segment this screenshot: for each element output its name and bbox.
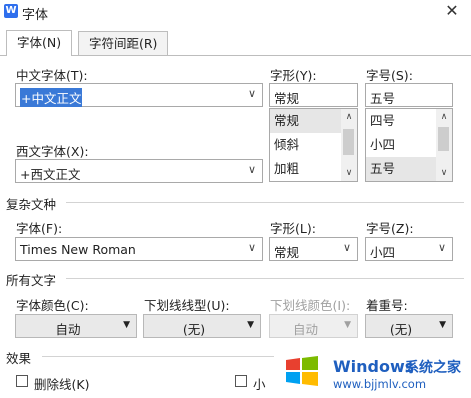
chevron-down-icon[interactable]: ∨ [341, 165, 357, 181]
divider [66, 202, 464, 203]
complex-style-value: 常规 [274, 245, 300, 260]
list-item[interactable]: 五号 [366, 157, 438, 181]
complex-size-label: 字号(Z): [366, 221, 414, 236]
small-caps-checkbox[interactable] [235, 375, 247, 387]
section-complex-script: 复杂文种 [6, 197, 57, 212]
emphasis-value: (无) [389, 322, 413, 337]
underline-color-dropdown: 自动 ▼ [269, 314, 358, 338]
complex-style-combo[interactable]: 常规 ∨ [269, 237, 358, 261]
style-scrollbar[interactable]: ∧ ∨ [341, 109, 357, 181]
underline-color-label: 下划线颜色(I): [270, 298, 351, 313]
small-caps-label: 小 [253, 377, 266, 392]
divider [66, 278, 464, 279]
caret-down-icon[interactable]: ▼ [247, 320, 254, 330]
font-color-dropdown[interactable]: 自动 ▼ [15, 314, 137, 338]
list-item[interactable]: 常规 [270, 109, 343, 133]
complex-style-label: 字形(L): [270, 221, 316, 236]
size-value: 五号 [370, 91, 396, 106]
style-input[interactable]: 常规 [269, 83, 358, 107]
dialog-title: 字体 [22, 8, 49, 23]
style-value: 常规 [274, 91, 300, 106]
western-font-combo[interactable]: +西文正文 ∨ [15, 159, 263, 183]
list-item[interactable]: 加粗 [270, 157, 343, 181]
chevron-down-icon[interactable]: ∨ [436, 165, 452, 181]
scroll-thumb[interactable] [343, 129, 354, 155]
strikethrough-label: 删除线(K) [34, 377, 90, 392]
list-item[interactable]: 倾斜 [270, 133, 343, 157]
chevron-down-icon[interactable]: ∨ [248, 87, 256, 100]
underline-style-value: (无) [182, 322, 206, 337]
font-color-value: 自动 [55, 322, 81, 337]
chevron-down-icon[interactable]: ∨ [438, 241, 446, 254]
chinese-font-label: 中文字体(T): [16, 68, 88, 83]
complex-font-label: 字体(F): [16, 221, 63, 236]
complex-size-combo[interactable]: 小四 ∨ [365, 237, 453, 261]
emphasis-label: 着重号: [366, 298, 408, 313]
underline-style-label: 下划线线型(U): [144, 298, 230, 313]
complex-font-combo[interactable]: Times New Roman ∨ [15, 237, 263, 261]
font-dialog: W 字体 ✕ 字体(N) 字符间距(R) 中文字体(T): +中文正文 ∨ 字形… [0, 0, 471, 398]
list-item[interactable]: 小四 [366, 133, 438, 157]
list-item[interactable]: 四号 [366, 109, 438, 133]
chinese-font-combo[interactable]: +中文正文 ∨ [15, 83, 263, 107]
tab-character-spacing[interactable]: 字符间距(R) [78, 31, 169, 55]
size-scrollbar[interactable]: ∧ ∨ [436, 109, 452, 181]
complex-size-value: 小四 [370, 245, 396, 260]
style-listbox[interactable]: 常规 倾斜 加粗 ∧ ∨ [269, 108, 358, 182]
watermark-brand: Windows [333, 357, 415, 376]
scroll-thumb[interactable] [438, 127, 449, 151]
size-input[interactable]: 五号 [365, 83, 453, 107]
chevron-down-icon[interactable]: ∨ [248, 241, 256, 254]
chevron-up-icon[interactable]: ∧ [341, 109, 357, 125]
complex-font-value: Times New Roman [20, 242, 136, 257]
section-effects: 效果 [6, 351, 32, 366]
divider [42, 356, 274, 357]
western-font-label: 西文字体(X): [16, 144, 89, 159]
caret-down-icon: ▼ [344, 320, 351, 330]
emphasis-dropdown[interactable]: (无) ▼ [365, 314, 453, 338]
underline-style-dropdown[interactable]: (无) ▼ [143, 314, 261, 338]
chinese-font-value: +中文正文 [20, 88, 83, 107]
size-listbox[interactable]: 四号 小四 五号 ∧ ∨ [365, 108, 453, 182]
caret-down-icon[interactable]: ▼ [123, 320, 130, 330]
underline-color-value: 自动 [292, 322, 318, 337]
western-font-value: +西文正文 [20, 167, 81, 182]
tab-font[interactable]: 字体(N) [6, 30, 73, 56]
chevron-up-icon[interactable]: ∧ [436, 109, 452, 125]
watermark-url: www.bjjmlv.com [333, 377, 427, 391]
chevron-down-icon[interactable]: ∨ [248, 163, 256, 176]
style-label: 字形(Y): [270, 68, 317, 83]
close-icon[interactable]: ✕ [437, 0, 467, 22]
section-all-text: 所有文字 [6, 273, 57, 288]
strikethrough-checkbox[interactable] [16, 375, 28, 387]
size-label: 字号(S): [366, 68, 413, 83]
font-color-label: 字体颜色(C): [16, 298, 89, 313]
watermark-brand-cn: 系统之家 [405, 360, 461, 376]
windows-logo-watermark [286, 356, 318, 386]
caret-down-icon[interactable]: ▼ [439, 320, 446, 330]
wps-writer-icon: W [4, 4, 18, 18]
chevron-down-icon[interactable]: ∨ [343, 241, 351, 254]
title-bar [0, 0, 471, 24]
